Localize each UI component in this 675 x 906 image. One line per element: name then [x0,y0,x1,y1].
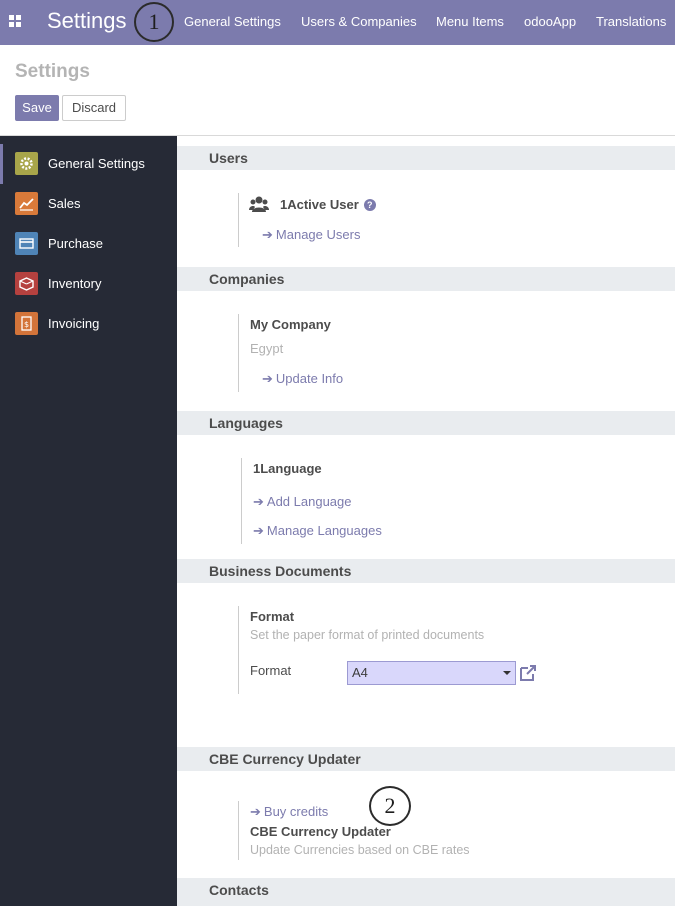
sidebar-item-label: Sales [48,196,81,211]
cbe-description: Update Currencies based on CBE rates [250,843,470,857]
callout-marker-2: 2 [369,786,411,826]
update-info-link[interactable]: ➔ Update Info [262,371,343,387]
settings-block-divider [238,801,239,860]
manage-users-link[interactable]: ➔ Manage Users [262,227,360,243]
sidebar-item-label: Inventory [48,276,102,291]
add-language-link[interactable]: ➔ Add Language [253,494,352,510]
section-title: Languages [209,415,283,431]
invoice-icon: $ [15,312,38,335]
sidebar-item-general-settings[interactable]: General Settings [0,144,177,184]
section-companies: Companies [177,267,675,291]
discard-button[interactable]: Discard [62,95,126,121]
format-heading: Format [250,609,295,624]
sidebar-item-sales[interactable]: Sales [0,184,177,224]
buy-credits-label: Buy credits [263,804,329,819]
section-title: CBE Currency Updater [209,751,361,767]
settings-page: Settings General Settings Users & Compan… [0,0,675,906]
sidebar-item-inventory[interactable]: Inventory [0,264,177,304]
language-count: 1Language [253,461,322,476]
settings-block-divider [238,606,239,694]
company-country: Egypt [250,341,284,356]
external-link-icon[interactable] [518,663,538,683]
users-icon [249,196,269,212]
settings-block-divider [238,193,239,247]
box-icon [15,272,38,295]
add-language-label: Add Language [266,494,352,509]
settings-sidebar: General Settings Sales Purchase Inventor… [0,136,177,906]
menu-users-companies[interactable]: Users & Companies [301,14,417,29]
manage-users-label: Manage Users [275,227,361,242]
section-business-documents: Business Documents [177,559,675,583]
page-title: Settings [15,61,90,82]
menu-translations[interactable]: Translations [596,14,666,29]
sidebar-item-invoicing[interactable]: $ Invoicing [0,304,177,344]
paper-format-select[interactable]: A4 [347,661,516,685]
chart-icon [15,192,38,215]
help-icon[interactable]: ? [363,199,376,211]
menu-odooapp[interactable]: odooApp [524,14,576,29]
save-button[interactable]: Save [15,95,59,121]
section-cbe-currency-updater: CBE Currency Updater [177,747,675,771]
app-title: Settings [47,8,127,33]
menu-menu-items[interactable]: Menu Items [436,14,504,29]
sidebar-item-purchase[interactable]: Purchase [0,224,177,264]
paper-format-value: A4 [352,665,368,680]
arrow-right-icon: ➔ [253,523,264,538]
active-users-label: 1Active User [280,197,359,212]
arrow-right-icon: ➔ [262,227,273,242]
settings-block-divider [238,314,239,392]
svg-text:$: $ [24,320,29,329]
callout-marker-1: 1 [134,2,174,42]
gear-icon [15,152,38,175]
section-title: Contacts [209,882,269,898]
manage-languages-link[interactable]: ➔ Manage Languages [253,523,382,539]
update-info-label: Update Info [275,371,344,386]
sidebar-item-label: General Settings [48,156,145,171]
arrow-right-icon: ➔ [253,494,264,509]
section-languages: Languages [177,411,675,435]
active-users-count: 1Active User? [280,197,376,212]
card-icon [15,232,38,255]
sidebar-item-label: Purchase [48,236,103,251]
section-title: Companies [209,271,285,287]
arrow-right-icon: ➔ [250,804,261,819]
buy-credits-link[interactable]: ➔ Buy credits [250,804,328,820]
caret-down-icon [503,671,511,675]
menu-general-settings[interactable]: General Settings [184,14,281,29]
top-navbar: Settings General Settings Users & Compan… [0,0,675,45]
settings-block-divider [241,458,242,544]
format-label: Format [250,663,292,678]
section-contacts: Contacts [177,878,675,906]
arrow-right-icon: ➔ [262,371,273,386]
apps-grid-icon[interactable] [9,15,21,27]
format-description: Set the paper format of printed document… [250,628,485,642]
manage-languages-label: Manage Languages [266,523,382,538]
section-title: Users [209,150,248,166]
section-title: Business Documents [209,563,352,579]
company-name: My Company [250,317,331,332]
section-users: Users [177,146,675,170]
sidebar-item-label: Invoicing [48,316,100,331]
cbe-heading: CBE Currency Updater [250,824,391,839]
